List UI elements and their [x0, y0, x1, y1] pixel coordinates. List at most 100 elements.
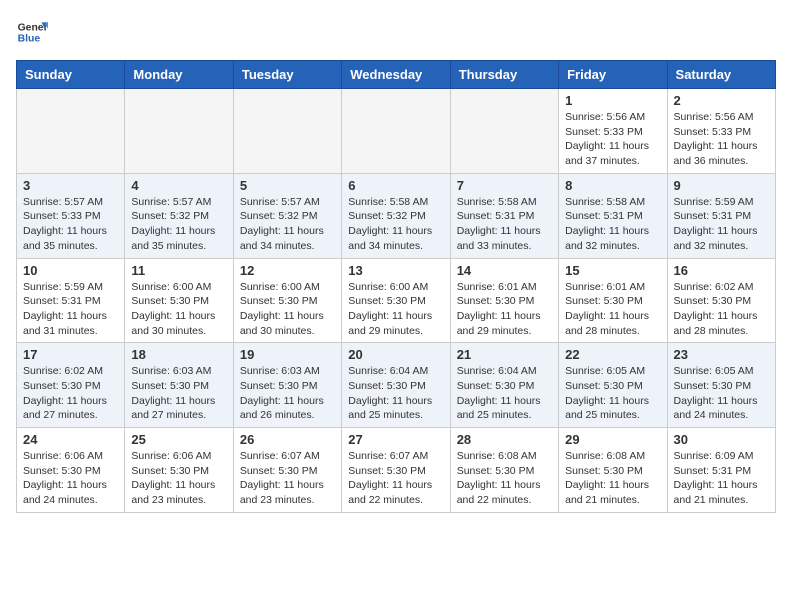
svg-text:Blue: Blue [18, 34, 41, 45]
calendar-day-cell: 27 Sunrise: 6:07 AM Sunset: 5:30 PM Dayli… [342, 428, 450, 513]
calendar-day-cell: 13 Sunrise: 6:00 AM Sunset: 5:30 PM Dayli… [342, 258, 450, 343]
calendar-day-cell: 19Sunrise: 6:03 AM Sunset: 5:30 PM Dayli… [233, 343, 341, 428]
empty-cell [233, 89, 341, 174]
calendar-week-row: 17 Sunrise: 6:02 AM Sunset: 5:30 PM Dayli… [17, 343, 776, 428]
calendar-day-cell: 21 Sunrise: 6:04 AM Sunset: 5:30 PM Dayli… [450, 343, 558, 428]
day-info: Sunrise: 6:01 AM Sunset: 5:30 PM Dayligh… [565, 280, 660, 339]
calendar-day-cell: 10 Sunrise: 5:59 AM Sunset: 5:31 PM Dayli… [17, 258, 125, 343]
day-number: 17 [23, 347, 118, 362]
day-number: 15 [565, 263, 660, 278]
day-info: Sunrise: 6:04 AM Sunset: 5:30 PM Dayligh… [457, 364, 552, 423]
day-number: 27 [348, 432, 443, 447]
column-header-saturday: Saturday [667, 61, 775, 89]
day-number: 11 [131, 263, 226, 278]
column-header-wednesday: Wednesday [342, 61, 450, 89]
day-info: Sunrise: 6:02 AM Sunset: 5:30 PM Dayligh… [674, 280, 769, 339]
day-info: Sunrise: 6:01 AM Sunset: 5:30 PM Dayligh… [457, 280, 552, 339]
calendar-day-cell: 5 Sunrise: 5:57 AM Sunset: 5:32 PM Daylig… [233, 173, 341, 258]
calendar-day-cell: 30Sunrise: 6:09 AM Sunset: 5:31 PM Dayli… [667, 428, 775, 513]
day-info: Sunrise: 6:08 AM Sunset: 5:30 PM Dayligh… [457, 449, 552, 508]
calendar-day-cell: 16 Sunrise: 6:02 AM Sunset: 5:30 PM Dayli… [667, 258, 775, 343]
day-number: 9 [674, 178, 769, 193]
day-number: 26 [240, 432, 335, 447]
day-number: 22 [565, 347, 660, 362]
calendar-day-cell: 18Sunrise: 6:03 AM Sunset: 5:30 PM Dayli… [125, 343, 233, 428]
day-info: Sunrise: 5:57 AM Sunset: 5:32 PM Dayligh… [131, 195, 226, 254]
empty-cell [17, 89, 125, 174]
day-info: Sunrise: 6:06 AM Sunset: 5:30 PM Dayligh… [23, 449, 118, 508]
calendar-day-cell: 9 Sunrise: 5:59 AM Sunset: 5:31 PM Daylig… [667, 173, 775, 258]
day-number: 5 [240, 178, 335, 193]
day-number: 23 [674, 347, 769, 362]
day-number: 25 [131, 432, 226, 447]
calendar-day-cell: 25 Sunrise: 6:06 AM Sunset: 5:30 PM Dayli… [125, 428, 233, 513]
calendar-day-cell: 22 Sunrise: 6:05 AM Sunset: 5:30 PM Dayli… [559, 343, 667, 428]
page-header: General Blue [16, 16, 776, 48]
calendar-day-cell: 24 Sunrise: 6:06 AM Sunset: 5:30 PM Dayli… [17, 428, 125, 513]
column-header-tuesday: Tuesday [233, 61, 341, 89]
day-number: 13 [348, 263, 443, 278]
day-info: Sunrise: 6:07 AM Sunset: 5:30 PM Dayligh… [348, 449, 443, 508]
day-info: Sunrise: 6:00 AM Sunset: 5:30 PM Dayligh… [131, 280, 226, 339]
day-info: Sunrise: 5:59 AM Sunset: 5:31 PM Dayligh… [674, 195, 769, 254]
day-info: Sunrise: 6:02 AM Sunset: 5:30 PM Dayligh… [23, 364, 118, 423]
calendar-day-cell: 6 Sunrise: 5:58 AM Sunset: 5:32 PM Daylig… [342, 173, 450, 258]
calendar-day-cell: 14 Sunrise: 6:01 AM Sunset: 5:30 PM Dayli… [450, 258, 558, 343]
day-info: Sunrise: 6:00 AM Sunset: 5:30 PM Dayligh… [240, 280, 335, 339]
day-info: Sunrise: 5:56 AM Sunset: 5:33 PM Dayligh… [674, 110, 769, 169]
day-number: 29 [565, 432, 660, 447]
calendar-week-row: 24 Sunrise: 6:06 AM Sunset: 5:30 PM Dayli… [17, 428, 776, 513]
column-header-friday: Friday [559, 61, 667, 89]
calendar-week-row: 3 Sunrise: 5:57 AM Sunset: 5:33 PM Daylig… [17, 173, 776, 258]
day-number: 4 [131, 178, 226, 193]
day-number: 30 [674, 432, 769, 447]
day-info: Sunrise: 6:05 AM Sunset: 5:30 PM Dayligh… [565, 364, 660, 423]
calendar-day-cell: 12 Sunrise: 6:00 AM Sunset: 5:30 PM Dayli… [233, 258, 341, 343]
calendar-day-cell: 1 Sunrise: 5:56 AM Sunset: 5:33 PM Daylig… [559, 89, 667, 174]
day-info: Sunrise: 6:08 AM Sunset: 5:30 PM Dayligh… [565, 449, 660, 508]
empty-cell [342, 89, 450, 174]
calendar-day-cell: 8Sunrise: 5:58 AM Sunset: 5:31 PM Daylig… [559, 173, 667, 258]
day-number: 18 [131, 347, 226, 362]
calendar-day-cell: 26Sunrise: 6:07 AM Sunset: 5:30 PM Dayli… [233, 428, 341, 513]
column-header-sunday: Sunday [17, 61, 125, 89]
day-info: Sunrise: 5:58 AM Sunset: 5:31 PM Dayligh… [565, 195, 660, 254]
day-info: Sunrise: 5:59 AM Sunset: 5:31 PM Dayligh… [23, 280, 118, 339]
calendar-day-cell: 23 Sunrise: 6:05 AM Sunset: 5:30 PM Dayli… [667, 343, 775, 428]
day-info: Sunrise: 5:58 AM Sunset: 5:32 PM Dayligh… [348, 195, 443, 254]
calendar-day-cell: 17 Sunrise: 6:02 AM Sunset: 5:30 PM Dayli… [17, 343, 125, 428]
logo: General Blue [16, 16, 52, 48]
day-number: 6 [348, 178, 443, 193]
calendar-day-cell: 2 Sunrise: 5:56 AM Sunset: 5:33 PM Daylig… [667, 89, 775, 174]
day-number: 28 [457, 432, 552, 447]
day-number: 2 [674, 93, 769, 108]
day-number: 24 [23, 432, 118, 447]
day-number: 10 [23, 263, 118, 278]
logo-icon: General Blue [16, 16, 48, 48]
calendar-day-cell: 7Sunrise: 5:58 AM Sunset: 5:31 PM Daylig… [450, 173, 558, 258]
day-info: Sunrise: 5:57 AM Sunset: 5:32 PM Dayligh… [240, 195, 335, 254]
calendar-day-cell: 29 Sunrise: 6:08 AM Sunset: 5:30 PM Dayli… [559, 428, 667, 513]
calendar-day-cell: 3 Sunrise: 5:57 AM Sunset: 5:33 PM Daylig… [17, 173, 125, 258]
day-info: Sunrise: 6:00 AM Sunset: 5:30 PM Dayligh… [348, 280, 443, 339]
day-number: 3 [23, 178, 118, 193]
calendar-week-row: 1 Sunrise: 5:56 AM Sunset: 5:33 PM Daylig… [17, 89, 776, 174]
day-info: Sunrise: 5:56 AM Sunset: 5:33 PM Dayligh… [565, 110, 660, 169]
day-number: 16 [674, 263, 769, 278]
day-info: Sunrise: 5:58 AM Sunset: 5:31 PM Dayligh… [457, 195, 552, 254]
calendar-day-cell: 20 Sunrise: 6:04 AM Sunset: 5:30 PM Dayli… [342, 343, 450, 428]
day-number: 20 [348, 347, 443, 362]
column-header-monday: Monday [125, 61, 233, 89]
calendar-day-cell: 11 Sunrise: 6:00 AM Sunset: 5:30 PM Dayli… [125, 258, 233, 343]
day-number: 21 [457, 347, 552, 362]
day-info: Sunrise: 6:04 AM Sunset: 5:30 PM Dayligh… [348, 364, 443, 423]
calendar-header-row: SundayMondayTuesdayWednesdayThursdayFrid… [17, 61, 776, 89]
calendar-week-row: 10 Sunrise: 5:59 AM Sunset: 5:31 PM Dayli… [17, 258, 776, 343]
day-number: 1 [565, 93, 660, 108]
day-info: Sunrise: 5:57 AM Sunset: 5:33 PM Dayligh… [23, 195, 118, 254]
day-info: Sunrise: 6:05 AM Sunset: 5:30 PM Dayligh… [674, 364, 769, 423]
day-info: Sunrise: 6:06 AM Sunset: 5:30 PM Dayligh… [131, 449, 226, 508]
calendar-table: SundayMondayTuesdayWednesdayThursdayFrid… [16, 60, 776, 513]
day-number: 12 [240, 263, 335, 278]
day-number: 14 [457, 263, 552, 278]
